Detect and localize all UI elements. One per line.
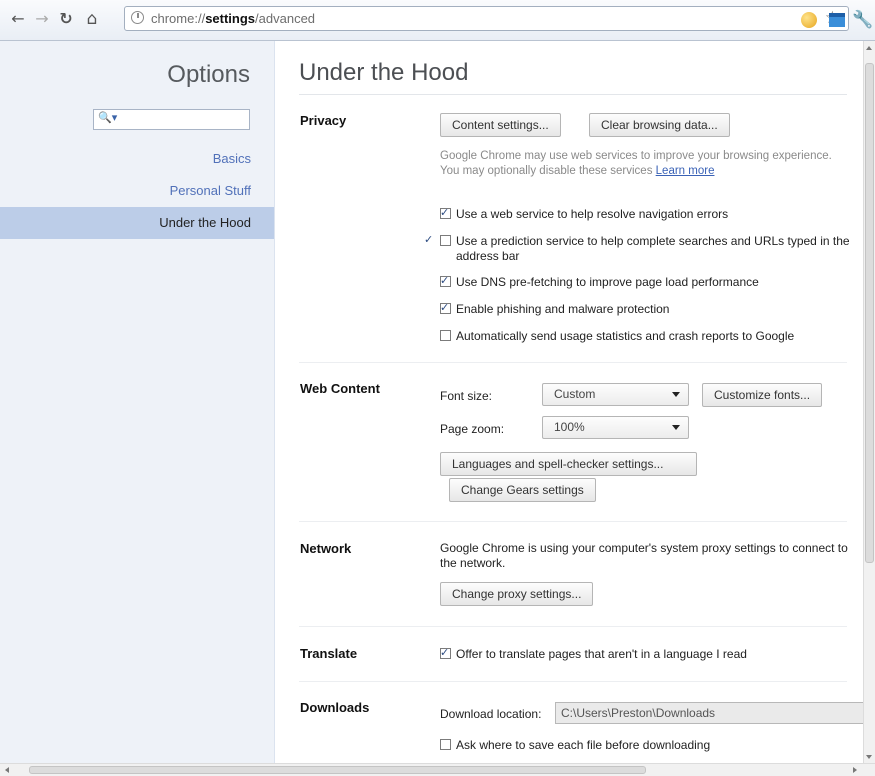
- customize-fonts-button[interactable]: Customize fonts...: [702, 383, 823, 407]
- navigation-errors-checkbox-row[interactable]: Use a web service to help resolve naviga…: [440, 205, 729, 222]
- download-location-label: Download location:: [440, 707, 542, 721]
- home-icon[interactable]: ⌂: [81, 8, 103, 30]
- page-zoom-select[interactable]: 100%: [542, 416, 689, 439]
- downloads-heading: Downloads: [300, 700, 370, 715]
- privacy-heading: Privacy: [300, 113, 347, 128]
- ask-where-to-save-checkbox-row[interactable]: Ask where to save each file before downl…: [440, 738, 710, 753]
- url-host: settings: [205, 11, 256, 26]
- scroll-up-icon[interactable]: [866, 46, 872, 50]
- calendar-extension-icon[interactable]: [827, 10, 847, 30]
- checkbox-label: Use a web service to help resolve naviga…: [456, 207, 729, 221]
- network-heading: Network: [300, 541, 352, 556]
- checkbox-label: Automatically send usage statistics and …: [456, 329, 795, 343]
- ask-where-to-save-checkbox[interactable]: [440, 739, 451, 750]
- usage-statistics-checkbox-row[interactable]: Automatically send usage statistics and …: [440, 329, 794, 344]
- prediction-service-checkbox-row[interactable]: Use a prediction service to help complet…: [440, 234, 863, 264]
- chevron-down-icon: [672, 425, 680, 430]
- title-divider: [299, 94, 847, 95]
- privacy-note-line2: You may optionally disable these service…: [440, 164, 840, 179]
- section-divider: [299, 681, 847, 682]
- wrench-icon[interactable]: 🔧: [852, 10, 874, 30]
- prediction-service-checkbox[interactable]: [440, 235, 451, 246]
- learn-more-link[interactable]: Learn more: [656, 165, 715, 177]
- vertical-scroll-thumb[interactable]: [865, 63, 874, 563]
- horizontal-scrollbar[interactable]: [0, 763, 875, 776]
- offer-translate-checkbox-row[interactable]: Offer to translate pages that aren't in …: [440, 645, 747, 662]
- sidebar-title: Options: [167, 61, 250, 88]
- web-content-heading: Web Content: [300, 381, 380, 396]
- search-icon: 🔍▾: [98, 111, 118, 124]
- change-gears-settings-button[interactable]: Change Gears settings: [449, 478, 596, 502]
- scroll-left-icon[interactable]: [5, 767, 9, 773]
- scroll-down-icon[interactable]: [866, 755, 872, 759]
- privacy-note: Google Chrome may use web services to im…: [440, 149, 840, 179]
- back-arrow-icon[interactable]: ←: [7, 8, 29, 30]
- checkbox-label: Enable phishing and malware protection: [456, 302, 670, 316]
- scroll-right-icon[interactable]: [853, 767, 857, 773]
- dns-prefetch-checkbox-row[interactable]: Use DNS pre-fetching to improve page loa…: [440, 273, 759, 290]
- address-bar[interactable]: chrome://settings/advanced ☆: [124, 6, 849, 31]
- sidebar-item-under-the-hood[interactable]: Under the Hood: [0, 207, 274, 239]
- checkbox-label: Ask where to save each file before downl…: [456, 738, 711, 752]
- section-divider: [299, 521, 847, 522]
- page-title: Under the Hood: [299, 59, 469, 86]
- network-proxy-text: Google Chrome is using your computer's s…: [440, 541, 848, 570]
- forward-arrow-icon[interactable]: →: [31, 8, 53, 30]
- offer-translate-checkbox[interactable]: [440, 645, 451, 660]
- navigation-errors-checkbox[interactable]: [440, 205, 451, 220]
- privacy-note-line1: Google Chrome may use web services to im…: [440, 150, 832, 162]
- options-sidebar: Options 🔍▾ Basics Personal Stuff Under t…: [0, 41, 275, 763]
- phishing-protection-checkbox-row[interactable]: Enable phishing and malware protection: [440, 300, 670, 317]
- section-divider: [299, 362, 847, 363]
- download-location-field[interactable]: C:\Users\Preston\Downloads: [555, 702, 863, 724]
- page-zoom-label: Page zoom:: [440, 422, 505, 436]
- address-url: chrome://settings/advanced: [151, 11, 315, 26]
- search-input[interactable]: 🔍▾: [93, 109, 250, 130]
- translate-heading: Translate: [300, 646, 358, 661]
- url-scheme: chrome://: [151, 11, 206, 26]
- clear-browsing-data-button[interactable]: Clear browsing data...: [589, 113, 730, 137]
- languages-spellchecker-button[interactable]: Languages and spell-checker settings...: [440, 452, 697, 476]
- settings-content: Under the Hood Privacy Content settings.…: [275, 41, 863, 763]
- reload-icon[interactable]: ↻: [55, 8, 77, 30]
- horizontal-scroll-thumb[interactable]: [29, 766, 646, 774]
- content-settings-button[interactable]: Content settings...: [440, 113, 561, 137]
- browser-toolbar: ← → ↻ ⌂ chrome://settings/advanced ☆ 🔧: [0, 0, 875, 41]
- phishing-protection-checkbox[interactable]: [440, 300, 451, 315]
- change-proxy-settings-button[interactable]: Change proxy settings...: [440, 582, 594, 606]
- checkbox-label: Use a prediction service to help complet…: [456, 234, 850, 263]
- page-zoom-value: 100%: [554, 420, 585, 434]
- smiley-extension-icon[interactable]: [799, 10, 819, 30]
- dns-prefetch-checkbox[interactable]: [440, 273, 451, 288]
- checkbox-label: Use DNS pre-fetching to improve page loa…: [456, 275, 759, 289]
- font-size-select[interactable]: Custom: [542, 383, 689, 406]
- section-divider: [299, 626, 847, 627]
- checkbox-label: Offer to translate pages that aren't in …: [456, 647, 747, 661]
- chevron-down-icon: [672, 392, 680, 397]
- page-info-icon[interactable]: [131, 11, 144, 24]
- vertical-scrollbar[interactable]: [863, 41, 875, 763]
- font-size-label: Font size:: [440, 389, 493, 403]
- privacy-note-text: You may optionally disable these service…: [440, 165, 656, 177]
- url-path: /advanced: [255, 11, 316, 26]
- sidebar-nav: Basics Personal Stuff Under the Hood: [0, 143, 274, 239]
- usage-statistics-checkbox[interactable]: [440, 330, 451, 341]
- font-size-value: Custom: [554, 387, 596, 401]
- sidebar-item-basics[interactable]: Basics: [0, 143, 274, 175]
- sidebar-item-personal-stuff[interactable]: Personal Stuff: [0, 175, 274, 207]
